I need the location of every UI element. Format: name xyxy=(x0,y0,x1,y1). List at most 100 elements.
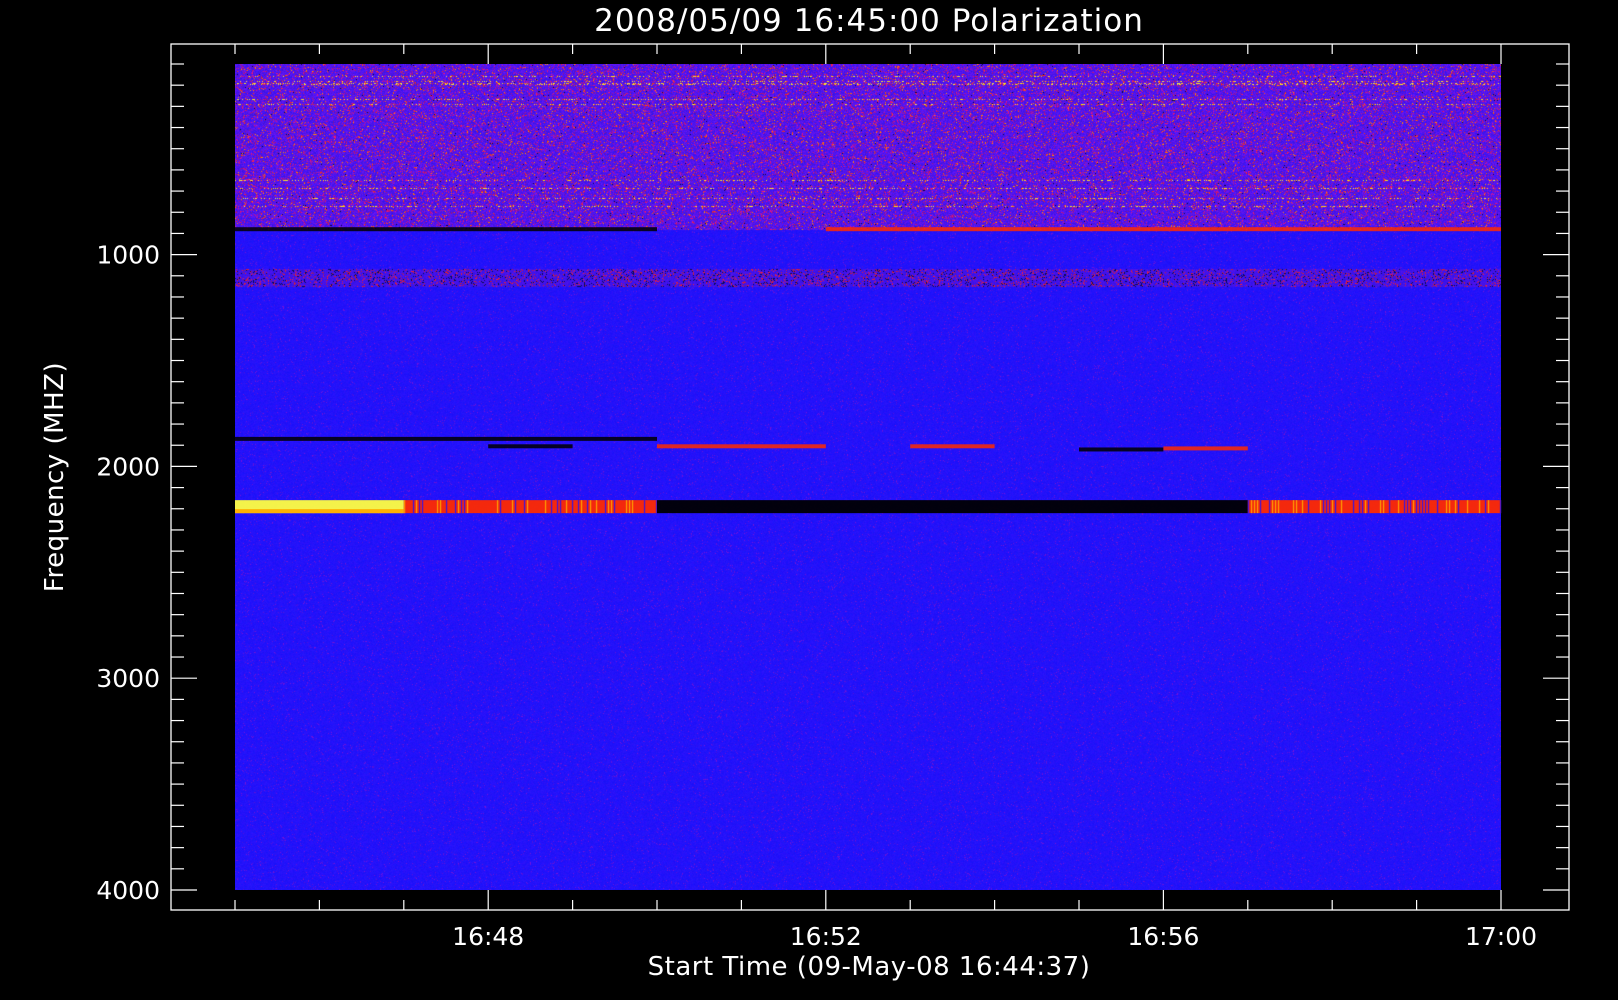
feature-band-texture xyxy=(586,500,589,514)
feature-band-texture xyxy=(1484,500,1487,514)
feature-band-texture xyxy=(1319,500,1322,514)
feature-band-texture xyxy=(1388,500,1391,514)
feature-band-texture xyxy=(610,500,613,514)
feature-band-texture xyxy=(1409,500,1412,514)
feature-band-texture xyxy=(1328,500,1331,514)
feature-band-edge xyxy=(235,509,404,514)
feature-band-texture xyxy=(1379,500,1382,514)
feature-line-mark xyxy=(657,444,826,449)
feature-band-texture xyxy=(439,500,442,514)
feature-band-texture xyxy=(1256,500,1259,514)
feature-band-texture xyxy=(1277,500,1280,514)
feature-band-texture xyxy=(1382,500,1385,514)
spectrogram-figure: 2008/05/09 16:45:00 Polarization 16:48 1… xyxy=(0,0,1618,1000)
y-tick-label: 2000 xyxy=(96,452,160,481)
feature-line-mark xyxy=(1163,446,1248,451)
feature-line-mark xyxy=(1079,447,1164,452)
y-tick-label: 4000 xyxy=(96,876,160,905)
x-axis-label: Start Time (09-May-08 16:44:37) xyxy=(648,952,1091,982)
heatmap-texture xyxy=(235,64,1501,890)
feature-band-texture xyxy=(1307,500,1310,514)
feature-band-texture xyxy=(1436,500,1439,514)
feature-band-texture xyxy=(607,500,610,514)
feature-band-texture xyxy=(463,500,466,514)
feature-band-texture xyxy=(1271,500,1274,514)
feature-band-texture xyxy=(1397,500,1400,514)
feature-band-texture xyxy=(1457,500,1460,514)
feature-band-texture xyxy=(544,500,547,514)
feature-band-texture xyxy=(1418,500,1421,514)
y-tick-label: 1000 xyxy=(96,241,160,270)
feature-band-texture xyxy=(595,500,598,514)
feature-band-texture xyxy=(628,500,631,514)
feature-band-texture xyxy=(1301,500,1304,514)
feature-band-texture xyxy=(1361,500,1364,514)
feature-band-texture xyxy=(1352,500,1355,514)
feature-band-texture xyxy=(1259,500,1262,514)
feature-band-texture xyxy=(613,500,616,514)
feature-line-mark xyxy=(910,444,995,449)
chart-title: 2008/05/09 16:45:00 Polarization xyxy=(594,3,1144,39)
feature-narrow-line-mark xyxy=(235,227,657,232)
y-tick-label: 3000 xyxy=(96,664,160,693)
feature-band-texture xyxy=(1334,500,1337,514)
x-tick-label: 16:56 xyxy=(1127,922,1199,951)
feature-band-texture xyxy=(571,500,574,514)
feature-band-texture xyxy=(460,500,463,514)
heatmap-area xyxy=(235,64,1502,890)
feature-band-texture xyxy=(1250,500,1253,514)
feature-band-texture xyxy=(445,500,448,514)
feature-band-texture xyxy=(1331,500,1334,514)
feature-band-texture xyxy=(1454,500,1457,514)
feature-band-texture xyxy=(523,500,526,514)
feature-strong-band-mark xyxy=(403,500,657,514)
feature-band-texture xyxy=(526,500,529,514)
feature-band-texture xyxy=(1466,500,1469,514)
feature-band-texture xyxy=(1322,500,1325,514)
feature-band-texture xyxy=(1268,500,1271,514)
feature-band-texture xyxy=(511,500,514,514)
feature-band-texture xyxy=(499,500,502,514)
feature-band-texture xyxy=(1448,500,1451,514)
feature-band-texture xyxy=(1415,500,1418,514)
y-axis-label: Frequency (MHZ) xyxy=(40,362,70,592)
feature-band-texture xyxy=(436,500,439,514)
feature-band-texture xyxy=(1364,500,1367,514)
feature-band-texture xyxy=(415,500,418,514)
feature-narrow-line-mark xyxy=(825,227,1501,232)
feature-band-texture xyxy=(418,500,421,514)
feature-band-texture xyxy=(1247,500,1250,514)
feature-band-texture xyxy=(457,500,460,514)
feature-band-texture xyxy=(625,500,628,514)
feature-band-texture xyxy=(1487,500,1490,514)
feature-band-texture xyxy=(514,500,517,514)
feature-band-texture xyxy=(589,500,592,514)
feature-line-mark xyxy=(235,436,657,441)
feature-band-texture xyxy=(1424,500,1427,514)
feature-band-texture xyxy=(496,500,499,514)
feature-band-texture xyxy=(550,500,553,514)
feature-band-texture xyxy=(403,500,406,514)
feature-band-texture xyxy=(1292,500,1295,514)
feature-band-texture xyxy=(412,500,415,514)
feature-band-texture xyxy=(1325,500,1328,514)
feature-band-texture xyxy=(1253,500,1256,514)
x-tick-label: 17:00 xyxy=(1465,922,1537,951)
feature-band-texture xyxy=(454,500,457,514)
feature-band-texture xyxy=(604,500,607,514)
feature-band-texture xyxy=(1427,500,1430,514)
feature-band-texture xyxy=(1295,500,1298,514)
feature-band-texture xyxy=(1340,500,1343,514)
feature-band-texture xyxy=(1403,500,1406,514)
feature-band-texture xyxy=(559,500,562,514)
feature-band-texture xyxy=(421,500,424,514)
feature-band-texture xyxy=(580,500,583,514)
x-tick-label: 16:52 xyxy=(790,922,862,951)
feature-band-texture xyxy=(643,500,646,514)
feature-band-texture xyxy=(1367,500,1370,514)
feature-strong-band-mark xyxy=(1247,500,1501,514)
feature-band-texture xyxy=(1445,500,1448,514)
feature-line-mark xyxy=(488,444,573,449)
feature-band-texture xyxy=(1274,500,1277,514)
feature-band-texture xyxy=(1478,500,1481,514)
